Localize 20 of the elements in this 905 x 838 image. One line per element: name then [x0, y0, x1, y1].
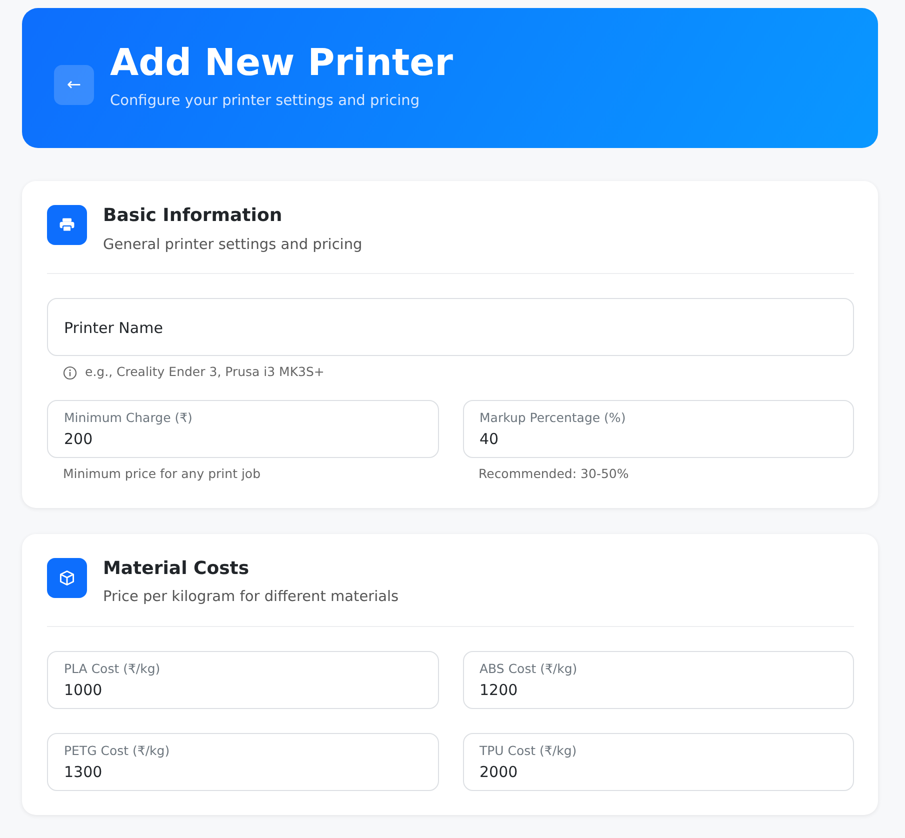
field-label: Markup Percentage (%) [480, 409, 626, 428]
input-field[interactable] [47, 298, 854, 356]
field-hint: Recommended: 30-50% [478, 465, 629, 484]
section-title: Basic Information [103, 205, 284, 227]
field-label: PLA Cost (₹/kg) [64, 660, 160, 678]
section-subtitle: Price per kilogram for different materials [103, 588, 399, 608]
field-hint: Minimum price for any print job [63, 465, 260, 484]
field-label: Minimum Charge (₹) [64, 409, 192, 428]
section-title: Material Costs [103, 558, 250, 580]
page-title: Add New Printer [110, 42, 454, 84]
info-icon [63, 366, 77, 380]
printer-icon [47, 205, 87, 245]
box-icon [47, 558, 87, 598]
section-subtitle: General printer settings and pricing [103, 236, 362, 255]
field-label: PETG Cost (₹/kg) [64, 742, 170, 760]
field-label: Printer Name [64, 318, 163, 340]
field-hint: e.g., Creality Ender 3, Prusa i3 MK3S+ [85, 363, 324, 382]
field-label: ABS Cost (₹/kg) [480, 660, 578, 678]
page-subtitle: Configure your printer settings and pricing [110, 92, 421, 112]
field-label: TPU Cost (₹/kg) [480, 742, 577, 760]
